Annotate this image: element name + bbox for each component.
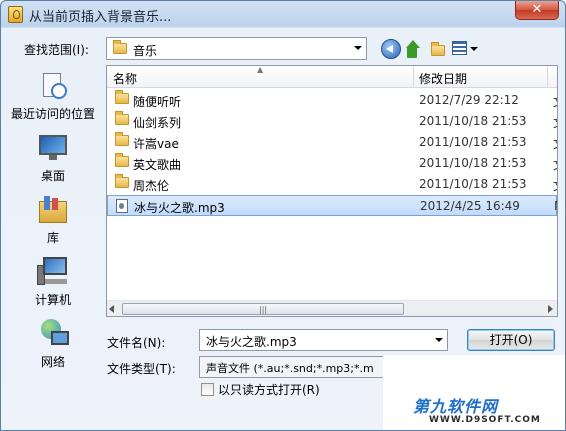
computer-icon xyxy=(37,255,69,287)
library-icon xyxy=(37,193,69,225)
scroll-left-icon[interactable] xyxy=(109,305,114,313)
close-button[interactable]: ✕ xyxy=(515,1,559,20)
filename-label: 文件名(N): xyxy=(107,336,166,350)
recent-places-icon xyxy=(37,69,69,101)
place-recent[interactable]: 最近访问的位置 xyxy=(4,69,102,122)
new-folder-button[interactable] xyxy=(429,39,449,59)
folder-icon xyxy=(115,174,129,188)
horizontal-scrollbar[interactable]: ||| xyxy=(107,300,557,316)
view-menu-button[interactable] xyxy=(452,39,478,59)
list-item[interactable]: 周杰伦 2011/10/18 21:53 文 xyxy=(107,174,557,195)
column-header-name[interactable]: 名称 xyxy=(113,70,137,87)
place-label: 网络 xyxy=(40,355,65,369)
list-item[interactable]: 仙剑系列 2011/10/18 21:53 文 xyxy=(107,111,557,132)
place-label: 计算机 xyxy=(34,293,71,307)
scroll-right-icon[interactable] xyxy=(548,305,553,313)
watermark-url: WWW.D9SOFT.COM xyxy=(429,415,541,425)
place-label: 库 xyxy=(46,231,59,245)
readonly-label: 以只读方式打开(R) xyxy=(218,383,320,397)
places-bar: 最近访问的位置 桌面 库 计算机 网络 xyxy=(4,65,102,369)
list-item[interactable]: 英文歌曲 2011/10/18 21:53 文 xyxy=(107,153,557,174)
filename-field[interactable]: 冰与火之歌.mp3 xyxy=(199,329,448,351)
place-desktop[interactable]: 桌面 xyxy=(4,131,102,184)
sort-up-icon: ▲ xyxy=(257,65,264,74)
place-label: 桌面 xyxy=(40,169,65,183)
watermark-title: 第九软件网 xyxy=(413,397,499,416)
place-libraries[interactable]: 库 xyxy=(4,193,102,246)
list-item[interactable]: 随便听听 2012/7/29 22:12 文 xyxy=(107,90,557,111)
list-header: ▲ 名称 修改日期 xyxy=(107,66,557,88)
readonly-checkbox[interactable]: 以只读方式打开(R) xyxy=(201,381,320,398)
folder-icon xyxy=(115,132,129,146)
place-computer[interactable]: 计算机 xyxy=(4,255,102,308)
window-title: 从当前页插入背景音乐... xyxy=(29,10,172,25)
list-item-selected[interactable]: 冰与火之歌.mp3 2012/4/25 16:49 M xyxy=(107,195,557,216)
place-label: 最近访问的位置 xyxy=(10,107,95,121)
lookin-dropdown[interactable]: 音乐 xyxy=(106,37,367,60)
open-button[interactable]: 打开(O) xyxy=(467,329,555,351)
folder-icon xyxy=(115,90,129,104)
filetype-label: 文件类型(T): xyxy=(107,362,176,376)
folder-icon xyxy=(113,40,127,54)
checkbox-box[interactable] xyxy=(201,383,214,396)
folder-icon xyxy=(115,153,129,167)
chevron-down-icon[interactable] xyxy=(354,46,362,50)
column-header-date[interactable]: 修改日期 xyxy=(419,70,467,87)
lookin-label: 查找范围(I): xyxy=(24,43,89,57)
list-item[interactable]: 许嵩vae 2011/10/18 21:53 文 xyxy=(107,132,557,153)
place-network[interactable]: 网络 xyxy=(4,317,102,370)
chevron-down-icon[interactable] xyxy=(435,338,443,342)
folder-icon xyxy=(115,111,129,125)
scroll-thumb[interactable]: ||| xyxy=(122,303,404,315)
up-folder-button[interactable] xyxy=(405,39,425,59)
network-icon xyxy=(37,317,69,349)
app-icon xyxy=(8,6,23,23)
file-list[interactable]: ▲ 名称 修改日期 随便听听 2012/7/29 22:12 文 仙剑系列 20… xyxy=(106,65,558,317)
lookin-value: 音乐 xyxy=(133,44,158,58)
desktop-icon xyxy=(37,131,69,163)
title-bar[interactable]: 从当前页插入背景音乐... ✕ xyxy=(1,1,565,28)
audio-file-icon xyxy=(116,199,128,213)
open-file-dialog: 从当前页插入背景音乐... ✕ 查找范围(I): 音乐 最近访问的位置 桌面 库… xyxy=(0,0,566,431)
watermark: 第九软件网 WWW.D9SOFT.COM xyxy=(383,355,565,430)
back-button[interactable] xyxy=(381,39,401,59)
